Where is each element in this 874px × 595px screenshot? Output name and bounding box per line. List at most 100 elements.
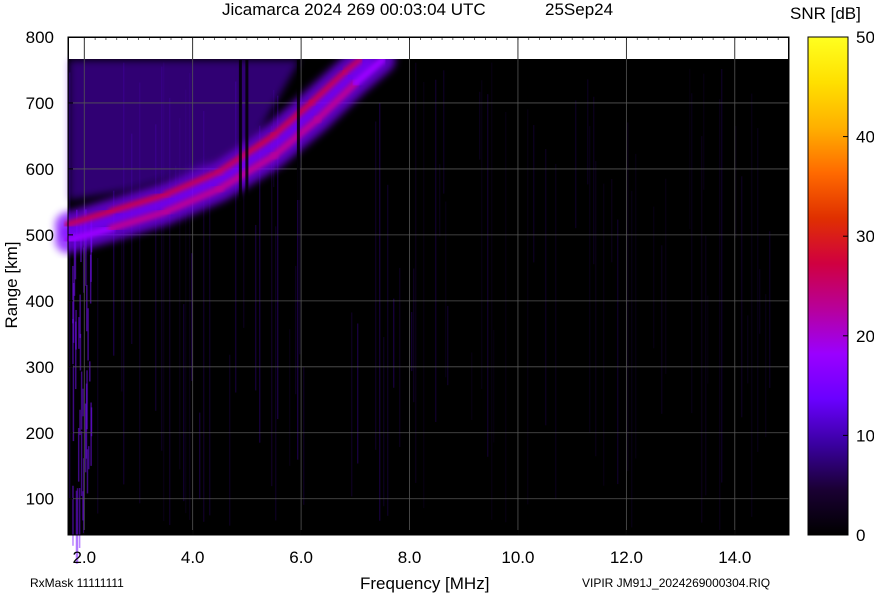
y-tick-label: 200 [26, 424, 54, 443]
noise-streak [415, 62, 417, 483]
noise-streak [393, 298, 395, 388]
noise-streak [85, 383, 88, 404]
x-tick-label: 12.0 [610, 548, 643, 567]
noise-streak [289, 329, 291, 466]
chart-date: 25Sep24 [545, 0, 614, 19]
noise-streak [751, 93, 753, 517]
noise-streak [435, 79, 437, 423]
noise-streak [82, 491, 84, 521]
ionogram-figure: { "header": { "title": "Jicamarca 2024 2… [0, 0, 874, 595]
x-tick-label: 2.0 [72, 548, 96, 567]
noise-streak [79, 409, 81, 436]
noise-streak [74, 321, 77, 390]
y-tick-label: 800 [26, 28, 54, 47]
chart-title: Jicamarca 2024 269 00:03:04 UTC [222, 0, 486, 19]
noise-streak [701, 136, 703, 523]
noise-streak [379, 103, 381, 521]
noise-streak [79, 333, 82, 371]
noise-streak [387, 184, 389, 516]
noise-streak [439, 164, 441, 237]
noise-streak [303, 366, 305, 505]
noise-streak [611, 178, 613, 263]
noise-streak [505, 111, 507, 523]
noise-streak [595, 161, 597, 457]
noise-streak [765, 294, 767, 438]
noise-streak [86, 285, 88, 332]
noise-streak [703, 73, 705, 190]
noise-streak [413, 268, 415, 403]
y-axis-label: Range [km] [2, 241, 21, 329]
noise-streak [411, 312, 413, 372]
noise-streak [191, 253, 193, 381]
noise-streak [593, 96, 595, 265]
noise-streak [627, 122, 629, 472]
chart-svg: 2.0 4.0 6.0 8.0 10.0 12.0 14.0 100200300400500… [26, 28, 874, 567]
noise-streak [665, 178, 667, 374]
noise-streak [82, 388, 84, 417]
y-tick-label: 400 [26, 292, 54, 311]
y-axis-ticks: 100 200 300 400 500 600 700 800 [26, 28, 73, 509]
noise-streak [533, 125, 535, 263]
noise-streak [255, 224, 257, 391]
noise-streak [589, 126, 591, 433]
noise-streak [575, 100, 577, 229]
noise-streak [97, 258, 99, 514]
interference-gap [245, 60, 249, 200]
noise-streak [721, 69, 723, 483]
noise-streak [741, 176, 743, 418]
noise-streak [443, 70, 445, 194]
noise-streak [72, 265, 74, 324]
file-name-label: VIPIR JM91J_2024269000304.RIQ [582, 576, 771, 590]
noise-streak [747, 315, 749, 384]
noise-streak [399, 267, 401, 448]
noise-streak [471, 352, 473, 420]
noise-streak [90, 407, 93, 437]
blank-range-band [69, 38, 788, 59]
noise-streak [445, 201, 447, 378]
noise-streak [271, 126, 273, 487]
noise-streak [88, 446, 90, 470]
noise-streak [617, 219, 619, 485]
noise-streak [80, 431, 83, 497]
noise-streak [707, 295, 709, 384]
noise-streak [493, 329, 495, 443]
noise-streak [635, 153, 637, 459]
noise-streak [375, 121, 377, 450]
y-tick-label: 300 [26, 358, 54, 377]
interference-gap [238, 60, 242, 200]
colorbar-tick-label: 10 [856, 426, 874, 445]
noise-streak [78, 488, 81, 549]
noise-streak [603, 183, 605, 486]
y-tick-label: 600 [26, 160, 54, 179]
noise-streak [653, 206, 655, 349]
noise-streak [423, 81, 425, 509]
noise-streak [295, 265, 297, 395]
noise-streak [80, 371, 83, 430]
noise-streak [84, 403, 87, 473]
colorbar-tick-label: 20 [856, 327, 874, 346]
colorbar-tick-label: 0 [856, 526, 865, 545]
noise-streak [77, 427, 80, 482]
noise-streak [555, 163, 557, 500]
x-tick-label: 6.0 [289, 548, 313, 567]
colorbar-tick-label: 50 [856, 28, 874, 47]
noise-streak [735, 126, 737, 238]
y-tick-label: 700 [26, 94, 54, 113]
noise-streak [769, 231, 771, 388]
x-tick-label: 10.0 [501, 548, 534, 567]
noise-streak [89, 361, 91, 382]
noise-streak [87, 308, 89, 361]
noise-streak [757, 128, 759, 452]
noise-streak [491, 62, 493, 520]
noise-streak [209, 169, 211, 516]
noise-streak [479, 91, 481, 160]
noise-streak [631, 190, 633, 528]
noise-streak [72, 485, 74, 546]
noise-streak [121, 236, 123, 392]
y-tick-label: 100 [26, 490, 54, 509]
x-tick-label: 8.0 [398, 548, 422, 567]
noise-streak [383, 336, 385, 507]
colorbar [807, 36, 849, 536]
noise-streak [183, 304, 185, 502]
noise-streak [86, 449, 89, 494]
